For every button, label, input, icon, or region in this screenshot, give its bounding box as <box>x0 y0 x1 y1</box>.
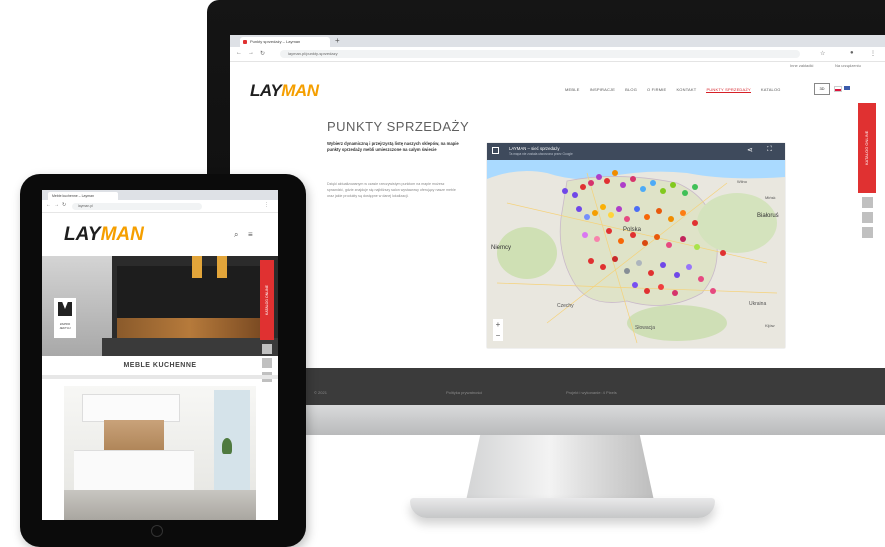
map-zoom-control[interactable]: + − <box>493 319 503 341</box>
star-icon[interactable]: ☆ <box>820 50 825 57</box>
monitor-stand-neck <box>465 435 655 503</box>
design-badge-label: ZAPRO JEKTUJ <box>59 322 71 330</box>
language-en-icon[interactable] <box>844 86 850 90</box>
home-button-icon[interactable] <box>151 525 163 537</box>
monitor-chin <box>207 405 885 435</box>
desktop-screen: Punkty sprzedaży – Layman + ← → ↻ layman… <box>230 35 885 405</box>
map-label-czechia: Czechy <box>557 303 574 309</box>
pendant-lamp <box>192 256 202 278</box>
monitor-stand-foot <box>410 498 715 518</box>
tablet-logo-text-main: LAY <box>64 224 101 245</box>
menu-item-kontakt[interactable]: KONTAKT <box>676 87 696 93</box>
map-label-ukraine: Ukraina <box>749 301 767 307</box>
logo-text-accent: MAN <box>281 81 319 100</box>
tablet-layman-logo[interactable]: LAYMAN <box>64 224 144 246</box>
tablet-browser-tab[interactable]: Meble kuchenne – Layman <box>48 192 118 200</box>
fullscreen-icon[interactable]: ⛶ <box>767 146 772 154</box>
tablet-logo-text-accent: MAN <box>100 224 144 245</box>
menu-kebab-icon[interactable]: ⋮ <box>870 50 876 57</box>
photo-window <box>214 390 250 490</box>
photo-floor <box>64 490 256 520</box>
forward-icon[interactable]: → <box>248 50 254 56</box>
section-title: MEBLE KUCHENNE <box>123 362 197 369</box>
logo-text-main: LAY <box>250 81 282 100</box>
map-label-slovakia: Słowacja <box>635 325 656 331</box>
map-menu-icon[interactable] <box>492 147 499 154</box>
footer-privacy-link[interactable]: Polityka prywatności <box>446 390 482 395</box>
map-pins[interactable] <box>487 143 785 348</box>
address-bar[interactable]: layman.pl/punkty-sprzedazy <box>280 50 800 58</box>
layman-logo[interactable]: LAYMAN <box>250 81 319 101</box>
photo-upper-cabinets <box>82 394 180 422</box>
kitchen-photo[interactable] <box>64 386 256 520</box>
favicon-icon <box>243 40 247 44</box>
tablet-catalog-side-tab-label: KATALOG ONLINE <box>265 284 269 316</box>
map-title: LAYMAN – sieć sprzedaży <box>509 146 560 151</box>
main-menu: MEBLE INSPIRACJE BLOG O FIRMIE KONTAKT P… <box>565 87 781 93</box>
footer-credits[interactable]: Projekt i wykonanie: 4 Pixels <box>566 390 617 395</box>
header-3d-button[interactable]: 3D <box>814 83 830 95</box>
browser-tab-title: Punkty sprzedaży – Layman <box>250 39 301 44</box>
pendant-lamp <box>217 256 227 278</box>
browser-tab[interactable]: Punkty sprzedaży – Layman <box>240 37 330 47</box>
hamburger-menu-icon[interactable]: ≡ <box>248 230 253 239</box>
bookmark-other[interactable]: Inne zakładki <box>790 63 813 68</box>
search-icon[interactable]: ⌕ <box>234 230 238 240</box>
youtube-icon[interactable] <box>862 227 873 238</box>
hero-wood-counter <box>117 318 262 338</box>
bookmarks-bar: Inne zakładki Na urządzeniu <box>230 62 885 71</box>
menu-item-katalog[interactable]: KATALOG <box>761 87 781 93</box>
tablet-forward-icon[interactable]: → <box>54 202 59 208</box>
instagram-icon[interactable] <box>862 212 873 223</box>
map-label-minsk: Mińsk <box>765 195 776 200</box>
section-divider <box>42 375 278 379</box>
language-pl-icon[interactable] <box>834 86 842 92</box>
map-label-germany: Niemcy <box>491 245 512 251</box>
hero-banner[interactable]: ZAPRO JEKTUJ <box>42 256 278 356</box>
photo-base-cabinets <box>74 450 194 491</box>
map-label-poland: Polska <box>623 227 642 233</box>
map-label-kyiv: Kijów <box>765 323 775 328</box>
bookmark-device[interactable]: Na urządzeniu <box>835 63 861 68</box>
map-label-vilnius: Wilno <box>737 179 748 184</box>
tablet-reload-icon[interactable]: ↻ <box>62 202 66 208</box>
share-icon[interactable]: ⋖ <box>747 146 753 154</box>
tablet-facebook-icon[interactable] <box>262 344 272 354</box>
map-subtitle: Ta mapa nie została utworzona przez Goog… <box>509 152 573 156</box>
site-footer <box>230 368 885 405</box>
new-tab-icon[interactable]: + <box>335 36 340 45</box>
photo-plant <box>222 438 232 454</box>
hero-kitchen-cabinets <box>117 266 262 321</box>
menu-item-o-firmie[interactable]: O FIRMIE <box>647 87 666 93</box>
catalog-side-tab-label: KATALOG ONLINE <box>864 130 869 166</box>
tablet-screen: Meble kuchenne – Layman ← → ↻ ⋮ layman.p… <box>42 190 278 520</box>
page-title: PUNKTY SPRZEDAŻY <box>327 119 470 134</box>
map-label-belarus: Białoruś <box>757 213 779 219</box>
footer-copyright: © 2021 <box>314 390 327 395</box>
page-lead: Wybierz dynamiczną i przejrzystą listę n… <box>327 141 459 152</box>
menu-item-inspiracje[interactable]: INSPIRACJE <box>590 87 616 93</box>
tablet-back-icon[interactable]: ← <box>46 202 51 208</box>
menu-item-punkty-sprzedazy[interactable]: PUNKTY SPRZEDAŻY <box>706 87 751 93</box>
menu-item-meble[interactable]: MEBLE <box>565 87 580 93</box>
hero-floor <box>102 338 278 356</box>
sales-points-map[interactable]: LAYMAN – sieć sprzedaży Ta mapa nie zost… <box>487 143 785 348</box>
tablet-menu-kebab-icon[interactable]: ⋮ <box>264 202 269 208</box>
design-badge[interactable] <box>54 298 76 338</box>
pin-cluster[interactable] <box>562 170 726 296</box>
profile-icon[interactable]: ● <box>850 50 854 56</box>
back-icon[interactable]: ← <box>236 50 242 56</box>
browser-toolbar: ← → ↻ layman.pl/punkty-sprzedazy ☆ ● ⋮ <box>230 47 885 62</box>
page-body-text: Dzięki aktualizowanym w czasie rzeczywis… <box>327 182 456 198</box>
menu-item-blog[interactable]: BLOG <box>625 87 637 93</box>
reload-icon[interactable]: ↻ <box>260 50 265 57</box>
tablet-address-bar[interactable]: layman.pl <box>72 203 202 210</box>
facebook-icon[interactable] <box>862 197 873 208</box>
photo-wood-panel <box>104 420 164 450</box>
